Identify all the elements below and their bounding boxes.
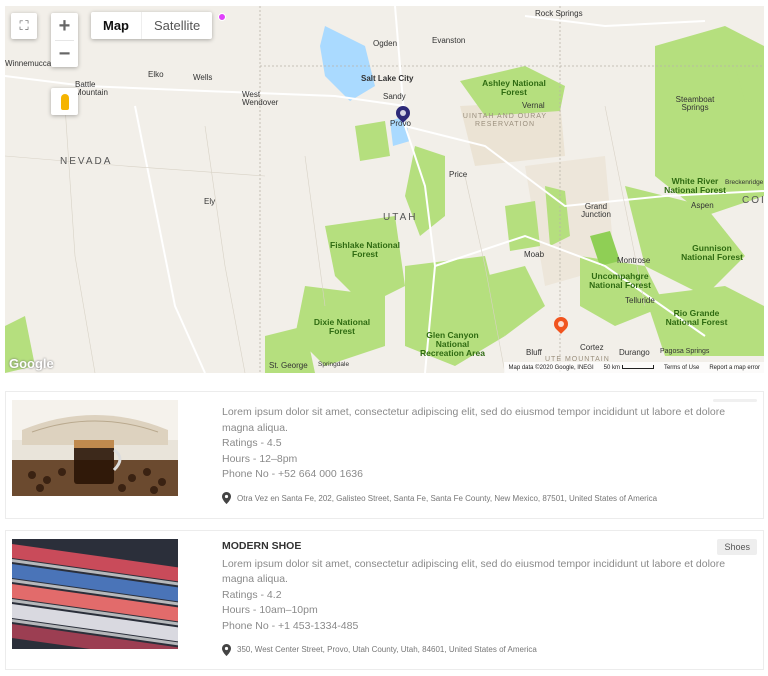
- place-dot-icon: [218, 13, 226, 21]
- terms-link[interactable]: Terms of Use: [664, 365, 699, 371]
- map-label-vernal: Vernal: [522, 101, 545, 110]
- street-view-button[interactable]: [51, 88, 78, 115]
- map-label-cortez: Cortez: [580, 343, 604, 352]
- listing-address-row: Otra Vez en Santa Fe, 202, Galisteo Stre…: [222, 491, 733, 507]
- listing-image-coffee[interactable]: [12, 400, 178, 496]
- map-label-winnemucca: Winnemucca: [5, 59, 52, 68]
- location-pin-icon: [222, 643, 231, 656]
- map-label-durango: Durango: [619, 348, 650, 357]
- map-attribution: Map data ©2020 Google, INEGI: [508, 364, 594, 371]
- google-logo: Google: [9, 356, 54, 371]
- listing-hours: Hours - 12–8pm: [222, 452, 298, 465]
- listing-info: Lorem ipsum dolor sit amet, consectetur …: [222, 405, 733, 506]
- map-label-white-river: White River National Forest: [664, 176, 726, 195]
- map-label-price: Price: [449, 170, 468, 179]
- map-label-glen-canyon: Glen Canyon National Recreation Area: [420, 330, 485, 358]
- listing-address: 350, West Center Street, Provo, Utah Cou…: [237, 645, 537, 654]
- scale-bar: [621, 364, 654, 369]
- map-label-bluff: Bluff: [526, 348, 542, 357]
- map-label-evanston: Evanston: [432, 36, 466, 45]
- map-label-st-george: St. George: [269, 361, 308, 370]
- map-type-map-button[interactable]: Map: [91, 12, 141, 39]
- listing-phone[interactable]: Phone No - +1 453-1334-485: [222, 619, 733, 635]
- map-label-ogden: Ogden: [373, 39, 398, 48]
- map-label-gunnison: Gunnison National Forest: [681, 243, 743, 262]
- fullscreen-button[interactable]: ⛶: [11, 13, 37, 39]
- map-footer: Map data ©2020 Google, INEGI 50 km Terms…: [504, 362, 764, 373]
- map-label-rock-springs: Rock Springs: [535, 9, 583, 18]
- pegman-icon: [60, 93, 69, 110]
- map-label-co: COI: [742, 195, 764, 206]
- listing-phone[interactable]: Phone No - +52 664 000 1636: [222, 467, 733, 483]
- listing-info: MODERN SHOE Lorem ipsum dolor sit amet, …: [222, 539, 733, 658]
- map-label-uintah: UINTAH AND OURAY RESERVATION: [462, 113, 548, 128]
- map-canvas[interactable]: Rock Springs Ogden Evanston Winnemucca E…: [5, 6, 764, 373]
- map-type-satellite-button[interactable]: Satellite: [141, 12, 212, 39]
- map-label-breckenridge: Breckenridge: [725, 179, 764, 186]
- zoom-control: + −: [51, 13, 78, 67]
- map-label-uncompahgre: Uncompahgre National Forest: [589, 271, 651, 290]
- zoom-out-button[interactable]: −: [51, 41, 78, 68]
- listing-hours: Hours - 10am–10pm: [222, 604, 318, 616]
- map-label-west-wendover: West Wendover: [242, 90, 279, 107]
- map-label-pagosa: Pagosa Springs: [660, 348, 710, 355]
- report-map-error-link[interactable]: Report a map error: [709, 365, 760, 371]
- listing-card[interactable]: Lorem ipsum dolor sit amet, consectetur …: [5, 391, 764, 519]
- map-terrain: [5, 6, 764, 373]
- listing-ratings: Ratings - 4.5: [222, 437, 282, 449]
- map-label-utah: UTAH: [383, 212, 418, 223]
- coffee-book-photo: [12, 400, 178, 496]
- map-label-aspen: Aspen: [691, 201, 714, 210]
- map-label-steamboat: Steamboat Springs: [675, 95, 715, 112]
- listing-description: Lorem ipsum dolor sit amet, consectetur …: [222, 557, 726, 586]
- map-label-battle-mountain: Battle Mountain: [75, 80, 108, 97]
- map-label-ashley: Ashley National Forest: [482, 78, 546, 97]
- map-label-dixie: Dixie National Forest: [313, 317, 371, 336]
- fullscreen-icon: ⛶: [19, 18, 29, 33]
- zoom-in-button[interactable]: +: [51, 13, 78, 40]
- map-scale[interactable]: 50 km: [604, 365, 654, 371]
- map-label-ely: Ely: [204, 197, 216, 206]
- map-label-wells: Wells: [193, 73, 213, 82]
- map-label-springdale: Springdale: [318, 361, 350, 368]
- location-pin-icon: [222, 492, 231, 505]
- map-label-rio-grande: Rio Grande National Forest: [665, 308, 728, 327]
- map-type-control: Map Satellite: [91, 12, 213, 39]
- map-label-sandy: Sandy: [383, 92, 406, 101]
- listing-card[interactable]: Shoes MODERN SHOE Lorem ipsum dolor sit …: [5, 530, 764, 670]
- map-label-montrose: Montrose: [617, 256, 651, 265]
- map-label-grand-junction: Grand Junction: [581, 202, 611, 219]
- map-label-fishlake: Fishlake National Forest: [330, 240, 400, 259]
- map-label-salt-lake-city: Salt Lake City: [361, 74, 414, 83]
- map-label-nevada: NEVADA: [60, 156, 113, 167]
- listing-address-row: 350, West Center Street, Provo, Utah Cou…: [222, 642, 733, 658]
- listing-title[interactable]: MODERN SHOE: [222, 539, 733, 555]
- listing-image-shoes[interactable]: [12, 539, 178, 649]
- listing-description: Lorem ipsum dolor sit amet, consectetur …: [222, 406, 726, 434]
- listing-address: Otra Vez en Santa Fe, 202, Galisteo Stre…: [237, 493, 658, 503]
- map-label-elko: Elko: [148, 70, 164, 79]
- shoe-store-photo: [12, 539, 178, 649]
- map-label-telluride: Telluride: [625, 296, 655, 305]
- map-label-moab: Moab: [524, 250, 545, 259]
- category-tag: [713, 399, 757, 402]
- listing-ratings: Ratings - 4.2: [222, 588, 282, 601]
